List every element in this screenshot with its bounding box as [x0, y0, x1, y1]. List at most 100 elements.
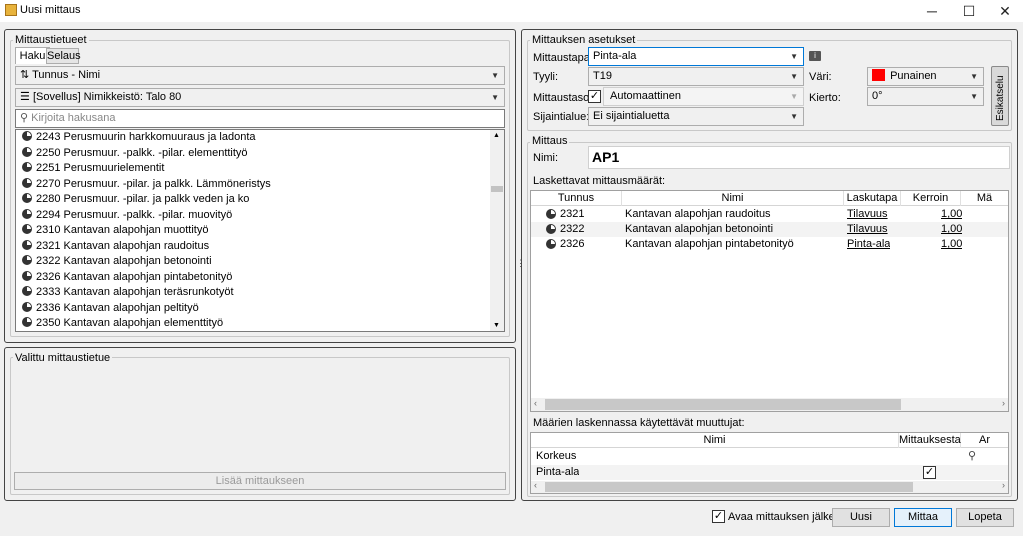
- pie-chart-icon: [22, 193, 32, 203]
- list-item[interactable]: 2270 Perusmuur. -pilar. ja palkk. Lämmön…: [16, 177, 491, 193]
- search-input[interactable]: ⚲ Kirjoita hakusana: [15, 109, 505, 128]
- search-icon[interactable]: ⚲: [968, 449, 976, 464]
- scroll-down-icon[interactable]: ▼: [493, 322, 500, 329]
- location-combo[interactable]: Ei sijaintialuetta ▼: [588, 107, 804, 126]
- chevron-down-icon: ▼: [790, 72, 798, 81]
- variables-hscrollbar[interactable]: ‹ ›: [531, 480, 1008, 493]
- list-item[interactable]: 2333 Kantavan alapohjan teräsrunkotyöt: [16, 285, 491, 301]
- info-icon[interactable]: i: [809, 51, 821, 61]
- col-header-method[interactable]: Laskutapa: [844, 191, 901, 206]
- chevron-down-icon: ▼: [970, 92, 978, 101]
- chevron-down-icon: ▼: [491, 71, 499, 80]
- chevron-down-icon: ▼: [790, 92, 798, 101]
- table-row[interactable]: 2326 Kantavan alapohjan pintabetonityö Pin…: [531, 237, 1008, 252]
- cell-method[interactable]: Tilavuus: [847, 207, 888, 222]
- minimize-button[interactable]: ─: [914, 0, 950, 22]
- list-item[interactable]: 2322 Kantavan alapohjan betonointi: [16, 254, 491, 270]
- list-item[interactable]: 2243 Perusmuurin harkkomuuraus ja ladont…: [16, 130, 491, 146]
- settings-title: Mittauksen asetukset: [530, 34, 638, 46]
- tab-haku[interactable]: Haku: [15, 47, 50, 64]
- scroll-right-icon[interactable]: ›: [1002, 398, 1005, 408]
- pie-chart-icon: [22, 224, 32, 234]
- scroll-right-icon[interactable]: ›: [1002, 480, 1005, 490]
- list-item-label: 2310 Kantavan alapohjan muottityö: [36, 224, 209, 236]
- variables-grid: Nimi Mittauksesta Ar Korkeus ⚲ Pinta-ala ✓ …: [530, 432, 1009, 494]
- table-row[interactable]: 2322 Kantavan alapohjan betonointi Tilavuu…: [531, 222, 1008, 237]
- table-row[interactable]: 2321 Kantavan alapohjan raudoitus Tilavuus…: [531, 207, 1008, 222]
- scrollbar-thumb[interactable]: [491, 186, 503, 192]
- method-value: Pinta-ala: [593, 50, 637, 62]
- cell-factor[interactable]: 1,00: [941, 222, 962, 237]
- list-item[interactable]: 2350 Kantavan alapohjan elementtityö: [16, 316, 491, 332]
- list-item-label: 2350 Kantavan alapohjan elementtityö: [36, 317, 224, 329]
- list-item-label: 2336 Kantavan alapohjan peltityö: [36, 301, 199, 314]
- color-combo[interactable]: Punainen ▼: [867, 67, 984, 86]
- tab-selaus[interactable]: Selaus: [46, 48, 81, 64]
- pie-chart-icon: [22, 208, 32, 219]
- maximize-button[interactable]: ☐: [951, 0, 987, 22]
- library-combo[interactable]: ☰ [Sovellus] Nimikkeistö: Talo 80 ▼: [15, 88, 505, 107]
- scrollbar-thumb[interactable]: [545, 399, 901, 410]
- list-item[interactable]: 2336 Kantavan alapohjan peltityö: [16, 301, 491, 317]
- color-label: Väri:: [809, 71, 832, 83]
- location-value: Ei sijaintialuetta: [593, 110, 670, 122]
- level-combo[interactable]: Automaattinen ▼: [603, 87, 804, 106]
- library-combo-value: [Sovellus] Nimikkeistö: Talo 80: [32, 91, 182, 103]
- sort-combo[interactable]: ⇅ Tunnus - Nimi ▼: [15, 66, 505, 85]
- style-value: T19: [593, 70, 612, 82]
- method-combo[interactable]: Pinta-ala ▼: [588, 47, 804, 66]
- list-item-label: 2280 Perusmuur. -pilar. ja palkk veden j…: [36, 193, 250, 205]
- col-header-var-extra[interactable]: Ar: [961, 433, 1008, 448]
- cell-method[interactable]: Tilavuus: [847, 222, 888, 237]
- col-header-from-measurement[interactable]: Mittauksesta: [899, 433, 961, 448]
- cell-method[interactable]: Pinta-ala: [847, 237, 890, 252]
- col-header-name[interactable]: Nimi: [622, 191, 844, 206]
- list-item[interactable]: 2250 Perusmuur. -palkk. -pilar. elementt…: [16, 146, 491, 162]
- list-item[interactable]: 2251 Perusmuurielementit: [16, 161, 491, 177]
- cell-factor[interactable]: 1,00: [941, 207, 962, 222]
- cell-name: Kantavan alapohjan betonointi: [625, 223, 774, 235]
- col-header-factor[interactable]: Kerroin: [901, 191, 961, 206]
- level-value: Automaattinen: [610, 90, 681, 102]
- scrollbar-thumb[interactable]: [545, 482, 913, 492]
- list-item-label: 2333 Kantavan alapohjan teräsrunkotyöt: [36, 286, 234, 298]
- records-scrollbar[interactable]: ▲ ▼: [490, 130, 504, 331]
- quantities-hscrollbar[interactable]: ‹ ›: [531, 398, 1008, 411]
- open-after-label: Avaa mittauksen jälkeen: [728, 511, 848, 523]
- level-checkbox[interactable]: ✓: [588, 90, 601, 103]
- rotation-combo[interactable]: 0° ▼: [867, 87, 984, 106]
- list-item[interactable]: 2321 Kantavan alapohjan raudoitus: [16, 239, 491, 255]
- list-item-label: 2250 Perusmuur. -palkk. -pilar. elementt…: [36, 146, 248, 159]
- list-item[interactable]: 2294 Perusmuur. -palkk. -pilar. muovityö: [16, 208, 491, 224]
- scroll-left-icon[interactable]: ‹: [534, 480, 537, 490]
- table-row[interactable]: Pinta-ala ✓: [531, 465, 1008, 480]
- scroll-left-icon[interactable]: ‹: [534, 398, 537, 408]
- open-after-checkbox[interactable]: ✓: [712, 510, 725, 523]
- location-label: Sijaintialue:: [533, 111, 590, 123]
- method-label: Mittaustapa:: [533, 52, 593, 64]
- tree-icon: ☰: [20, 91, 30, 103]
- new-button[interactable]: Uusi: [832, 508, 890, 527]
- list-item-label: 2322 Kantavan alapohjan betonointi: [36, 255, 212, 267]
- col-header-var-name[interactable]: Nimi: [531, 433, 899, 448]
- list-item[interactable]: 2310 Kantavan alapohjan muottityö: [16, 223, 491, 239]
- scroll-up-icon[interactable]: ▲: [493, 132, 500, 139]
- preview-tab[interactable]: Esikatselu: [991, 66, 1009, 126]
- close-button[interactable]: ✕: [987, 0, 1023, 22]
- measurement-title: Mittaus: [530, 135, 570, 147]
- table-row[interactable]: Korkeus ⚲: [531, 449, 1008, 464]
- style-combo[interactable]: T19 ▼: [588, 67, 804, 86]
- cell-factor[interactable]: 1,00: [941, 237, 962, 252]
- finish-button[interactable]: Lopeta: [956, 508, 1014, 527]
- level-label: Mittaustaso:: [533, 92, 593, 104]
- from-measurement-checkbox[interactable]: ✓: [923, 466, 936, 479]
- title-bar: Uusi mittaus ─ ☐ ✕: [0, 0, 1023, 22]
- add-to-measurement-button[interactable]: Lisää mittaukseen: [14, 472, 506, 490]
- list-item[interactable]: 2326 Kantavan alapohjan pintabetonityö: [16, 270, 491, 286]
- measure-button[interactable]: Mittaa: [894, 508, 952, 527]
- col-header-extra[interactable]: Mä: [961, 191, 1008, 206]
- list-item[interactable]: 2280 Perusmuur. -pilar. ja palkk veden j…: [16, 192, 491, 208]
- name-input[interactable]: AP1: [588, 146, 1010, 169]
- col-header-code[interactable]: Tunnus: [531, 191, 622, 206]
- chevron-down-icon: ▼: [790, 112, 798, 121]
